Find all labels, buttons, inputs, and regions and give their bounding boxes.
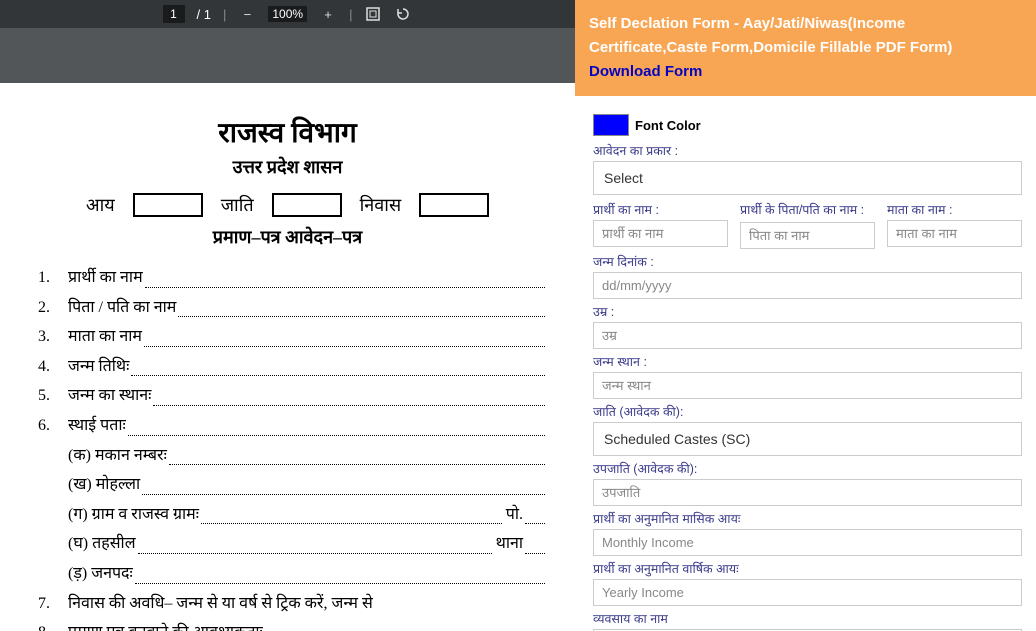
applicant-name-input[interactable]: [593, 220, 728, 247]
jati-box: [272, 193, 342, 217]
font-color-swatch[interactable]: [593, 114, 629, 136]
pdf-title: राजस्व विभाग: [30, 113, 545, 151]
pdf-form-list: 1.प्रार्थी का नाम 2.पिता / पति का नाम 3.…: [30, 263, 545, 631]
monthly-income-label: प्रार्थी का अनुमानित मासिक आयः: [593, 510, 1022, 527]
yearly-income-label: प्रार्थी का अनुमानित वार्षिक आयः: [593, 560, 1022, 577]
form-fields: Font Color आवेदन का प्रकार : Select प्रा…: [575, 96, 1036, 631]
page-separator: / 1: [197, 7, 211, 22]
rotate-icon[interactable]: [394, 5, 412, 23]
form-header: Self Declation Form - Aay/Jati/Niwas(Inc…: [575, 0, 1036, 96]
subcaste-label: उपजाति (आवेदक की):: [593, 460, 1022, 477]
birthplace-label: जन्म स्थान :: [593, 353, 1022, 370]
download-form-link[interactable]: Download Form: [589, 63, 702, 80]
business-label: व्यवसाय का नाम: [593, 610, 1022, 627]
niwas-box: [419, 193, 489, 217]
toolbar-divider: |: [223, 7, 226, 22]
application-type-label: आवेदन का प्रकार :: [593, 142, 1022, 159]
age-input[interactable]: [593, 322, 1022, 349]
application-type-select[interactable]: Select: [593, 161, 1022, 195]
font-color-label: Font Color: [635, 118, 701, 133]
birthplace-input[interactable]: [593, 372, 1022, 399]
father-name-label: प्रार्थी के पिता/पति का नाम :: [740, 201, 875, 218]
mother-name-input[interactable]: [887, 220, 1022, 247]
pdf-viewer-pane: 1 / 1 | − 100% + | राजस्व विभाग उत्तर प्…: [0, 0, 575, 631]
header-text: Self Declation Form - Aay/Jati/Niwas(Inc…: [589, 15, 952, 56]
toolbar-divider: |: [349, 7, 352, 22]
zoom-out-button[interactable]: −: [238, 7, 256, 22]
jati-label: जाति: [221, 193, 254, 217]
father-name-input[interactable]: [740, 222, 875, 249]
pdf-page: राजस्व विभाग उत्तर प्रदेश शासन आय जाति न…: [0, 83, 575, 631]
dob-label: जन्म दिनांक :: [593, 253, 1022, 270]
pdf-toolbar: 1 / 1 | − 100% + |: [0, 0, 575, 28]
page-current-input[interactable]: 1: [163, 5, 185, 23]
pdf-background: [0, 28, 575, 83]
aay-label: आय: [86, 193, 115, 217]
caste-select[interactable]: Scheduled Castes (SC): [593, 422, 1022, 456]
fit-page-icon[interactable]: [364, 5, 382, 23]
caste-label: जाति (आवेदक की):: [593, 403, 1022, 420]
zoom-level[interactable]: 100%: [268, 6, 307, 22]
form-pane: Self Declation Form - Aay/Jati/Niwas(Inc…: [575, 0, 1036, 631]
pdf-checkbox-row: आय जाति निवास: [30, 193, 545, 217]
zoom-in-button[interactable]: +: [319, 7, 337, 22]
dob-input[interactable]: [593, 272, 1022, 299]
aay-box: [133, 193, 203, 217]
pdf-subtitle: उत्तर प्रदेश शासन: [30, 155, 545, 179]
monthly-income-input[interactable]: [593, 529, 1022, 556]
niwas-label: निवास: [360, 193, 402, 217]
subcaste-input[interactable]: [593, 479, 1022, 506]
yearly-income-input[interactable]: [593, 579, 1022, 606]
applicant-name-label: प्रार्थी का नाम :: [593, 201, 728, 218]
mother-name-label: माता का नाम :: [887, 201, 1022, 218]
pdf-form-title: प्रमाण–पत्र आवेदन–पत्र: [30, 225, 545, 249]
age-label: उम्र :: [593, 303, 1022, 320]
